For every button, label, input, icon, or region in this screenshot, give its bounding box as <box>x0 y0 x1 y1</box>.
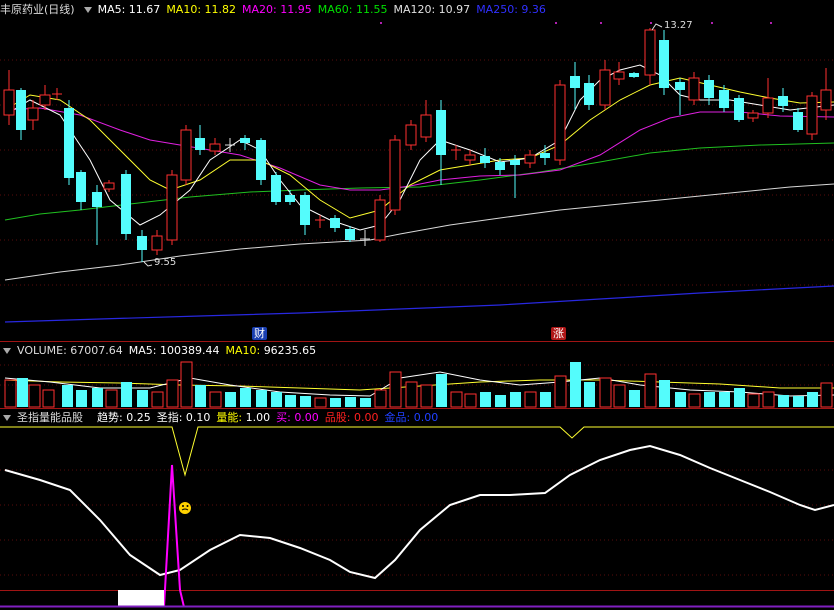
indicator-header: 圣指量能品股 趋势: 0.25 圣指: 0.10 量能: 1.00 买: 0.00 品股:… <box>0 410 444 426</box>
price-candles <box>3 28 832 262</box>
indicator-liangneng: 量能: 1.00 <box>216 411 271 424</box>
indicator-jinpin: 金品: 0.00 <box>384 411 439 424</box>
smiley-icon <box>179 502 191 514</box>
dropdown-triangle-icon[interactable] <box>3 347 11 354</box>
qushi-line <box>4 444 834 580</box>
high-price-label: 13.27 <box>664 20 693 31</box>
indicator-shengzhi: 圣指: 0.10 <box>156 411 211 424</box>
ma250-line <box>4 285 834 323</box>
indicator-qushi: 趋势: 0.25 <box>97 411 151 424</box>
volume-ma10: MA10: 96235.65 <box>225 344 317 357</box>
indicator-mai: 买: 0.00 <box>276 411 319 424</box>
chart-canvas <box>0 22 834 608</box>
high-marker <box>651 23 663 31</box>
low-price-label: 9.55 <box>154 257 177 268</box>
dropdown-triangle-icon[interactable] <box>3 414 11 421</box>
volume-header: VOLUME: 67007.64 MA5: 100389.44 MA10: 9623… <box>0 343 322 359</box>
buy-signal-line <box>163 464 185 608</box>
signal-bar <box>118 590 164 607</box>
indicator-pingu: 品股: 0.00 <box>324 411 379 424</box>
volume-bars <box>4 361 833 408</box>
volume-value: VOLUME: 67007.64 <box>17 344 123 357</box>
tag-cai[interactable]: 财 <box>252 327 267 340</box>
tag-zhang[interactable]: 涨 <box>551 327 566 340</box>
low-marker <box>143 261 153 267</box>
volume-ma5: MA5: 100389.44 <box>128 344 220 357</box>
indicator-name: 圣指量能品股 <box>17 411 83 424</box>
